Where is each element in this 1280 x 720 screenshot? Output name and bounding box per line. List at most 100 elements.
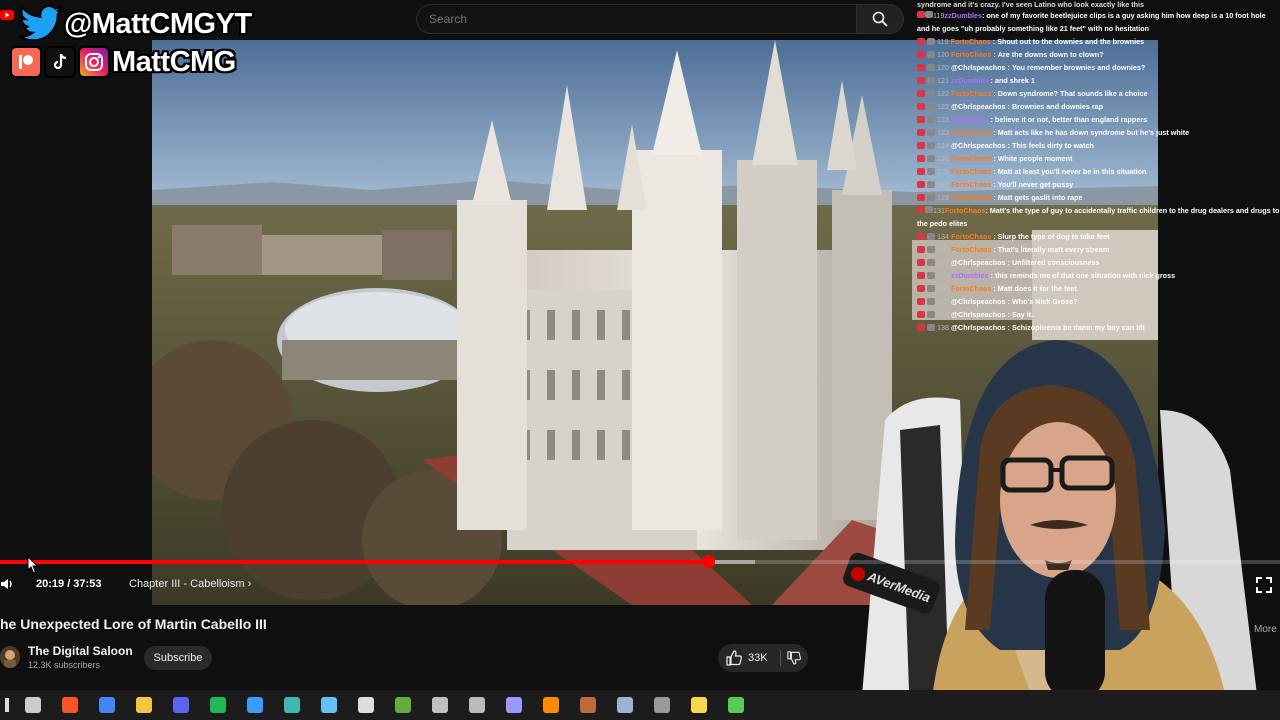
epic-games-icon[interactable] <box>347 690 384 720</box>
chat-username: FortoChaos <box>951 154 992 163</box>
chat-message: 119zzDumbles: one of my favorite beetlej… <box>917 11 1266 33</box>
obs-icon-glyph <box>468 697 485 713</box>
app-brown-icon-glyph <box>579 697 596 713</box>
spotify-icon-glyph <box>209 697 226 713</box>
chat-message: 120 FortoChaos: Are the downs down to clo… <box>917 48 1280 61</box>
chat-text: Matt acts like he has down syndrome but … <box>997 128 1190 137</box>
taskbar-app-list <box>14 690 754 720</box>
premiere-icon[interactable] <box>495 690 532 720</box>
app-document-icon[interactable] <box>606 690 643 720</box>
chat-message: 136 @Chrlspeachos: Unfiltered consciousne… <box>917 256 1280 269</box>
member-badge-icon <box>927 64 935 71</box>
chapter-button[interactable]: Chapter III - Cabelloism › <box>129 578 251 590</box>
thumbs-up-icon <box>726 650 742 666</box>
like-button[interactable]: 33K <box>718 644 808 672</box>
chat-message: 125 FortoChaos: White people moment <box>917 152 1280 165</box>
chat-level: 138 <box>937 271 949 280</box>
sticky-notes-icon[interactable] <box>680 690 717 720</box>
obs-icon[interactable] <box>458 690 495 720</box>
fullscreen-icon[interactable] <box>1256 577 1272 593</box>
chat-username: @Chrlspeachos <box>951 258 1006 267</box>
brave-icon[interactable] <box>51 690 88 720</box>
chat-username: zzDumbles <box>944 11 983 20</box>
epic-games-icon-glyph <box>357 697 374 713</box>
channel-avatar[interactable] <box>0 646 20 668</box>
minecraft-icon-glyph <box>394 697 411 713</box>
task-view-icon[interactable] <box>14 690 51 720</box>
youtube-badge-icon <box>917 51 925 58</box>
youtube-badge-icon <box>917 129 925 136</box>
discord-icon[interactable] <box>162 690 199 720</box>
chat-username: @Chrlspeachos <box>951 63 1006 72</box>
chat-message: 127 FortoChaos: You'll never get pussy <box>917 178 1280 191</box>
member-badge-icon <box>927 77 935 84</box>
youtube-badge-icon <box>917 206 925 213</box>
app-circle-icon-glyph <box>653 697 670 713</box>
chat-username: FortoChaos <box>951 167 992 176</box>
chat-text: Say it.. <box>1011 310 1036 319</box>
chat-level: 123 <box>937 128 949 137</box>
instagram-icon <box>78 46 110 78</box>
chat-username: FortoChaos <box>951 50 992 59</box>
chat-username: zzDumbles <box>951 115 989 124</box>
start-area[interactable] <box>0 690 14 720</box>
chat-text: Down syndrome? That sounds like a choice <box>997 89 1148 98</box>
chat-level: 138 <box>937 297 949 306</box>
youtube-badge-icon <box>917 90 925 97</box>
chat-message: 122 FortoChaos: Down syndrome? That sound… <box>917 87 1280 100</box>
video-title: he Unexpected Lore of Martin Cabello III <box>0 616 267 632</box>
chat-message: 123 zzDumbles: believe it or not, better … <box>917 113 1280 126</box>
member-badge-icon <box>927 168 935 175</box>
app-green-icon[interactable] <box>717 690 754 720</box>
vpn-icon[interactable] <box>273 690 310 720</box>
channel-name[interactable]: The Digital Saloon <box>28 644 133 658</box>
member-badge-icon <box>927 129 935 136</box>
chat-level: 138 <box>937 310 949 319</box>
youtube-badge-icon <box>917 311 925 318</box>
chat-level: 138 <box>937 284 949 293</box>
premiere-icon-glyph <box>505 697 522 713</box>
member-badge-icon <box>927 90 935 97</box>
member-badge-icon <box>927 272 935 279</box>
chat-username: FortoChaos <box>950 37 991 46</box>
member-badge-icon <box>927 155 935 162</box>
steam-icon[interactable] <box>310 690 347 720</box>
volume-icon[interactable] <box>0 577 14 591</box>
chrome-icon[interactable] <box>88 690 125 720</box>
chat-level: 127 <box>937 180 949 189</box>
search-button[interactable] <box>856 4 904 34</box>
chat-level: 120 <box>937 50 949 59</box>
scrubber-handle[interactable] <box>701 555 715 568</box>
sticky-notes-icon-glyph <box>690 697 707 713</box>
task-view-icon-glyph <box>24 697 41 713</box>
search-box[interactable] <box>416 4 856 34</box>
played-bar <box>0 560 708 564</box>
chat-level: 125 <box>937 154 949 163</box>
spotify-icon[interactable] <box>199 690 236 720</box>
description-more-link[interactable]: More <box>1254 624 1277 635</box>
minecraft-icon[interactable] <box>384 690 421 720</box>
subscribe-button[interactable]: Subscribe <box>144 646 212 670</box>
member-badge-icon <box>925 206 933 213</box>
progress-bar[interactable] <box>0 555 1280 568</box>
chat-username: @Chrlspeachos <box>951 102 1006 111</box>
chat-text: White people moment <box>997 154 1073 163</box>
windows-taskbar <box>0 690 1280 720</box>
search-input[interactable] <box>417 5 856 33</box>
app-orange-icon[interactable] <box>532 690 569 720</box>
app-circle-icon[interactable] <box>643 690 680 720</box>
droplet-icon[interactable] <box>236 690 273 720</box>
chat-overlay: syndrome and it's crazy. I've seen Latin… <box>917 0 1280 336</box>
steam-icon-glyph <box>320 697 337 713</box>
thumbs-down-icon[interactable] <box>786 651 801 665</box>
youtube-badge-icon <box>917 38 925 45</box>
youtube-badge-icon <box>917 233 925 240</box>
chat-fragment: syndrome and it's crazy. I've seen Latin… <box>917 0 1144 9</box>
chat-text: believe it or not, better than england r… <box>994 115 1148 124</box>
shield-app-icon-glyph <box>431 697 448 713</box>
file-explorer-icon[interactable] <box>125 690 162 720</box>
shield-app-icon[interactable] <box>421 690 458 720</box>
discord-icon-glyph <box>172 697 189 713</box>
youtube-badge-icon <box>917 155 925 162</box>
app-brown-icon[interactable] <box>569 690 606 720</box>
